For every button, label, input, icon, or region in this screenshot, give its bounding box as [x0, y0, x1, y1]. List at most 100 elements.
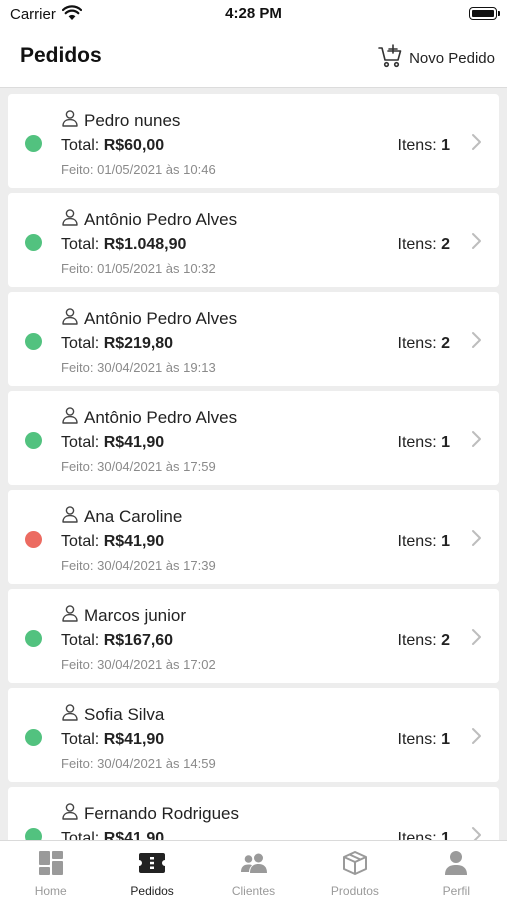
- date-value: 30/04/2021 às 17:39: [97, 558, 216, 573]
- order-card[interactable]: Antônio Pedro Alves Total: R$1.048,90 Fe…: [8, 193, 499, 287]
- order-total: Total: R$41,90: [61, 533, 164, 551]
- customer-name: Antônio Pedro Alves: [84, 407, 238, 427]
- order-list[interactable]: Pedro nunes Total: R$60,00 Feito: 01/05/…: [0, 90, 507, 840]
- status-dot: [25, 333, 42, 350]
- order-date: Feito: 30/04/2021 às 17:39: [61, 558, 216, 573]
- status-dot: [25, 234, 42, 251]
- user-icon: [61, 505, 79, 528]
- customer-name: Antônio Pedro Alves: [84, 209, 238, 229]
- customer-name: Pedro nunes: [84, 110, 181, 130]
- new-order-button[interactable]: Novo Pedido: [377, 42, 495, 74]
- items-value: 2: [441, 632, 450, 649]
- total-label: Total:: [61, 434, 104, 451]
- total-value: R$41,90: [103, 533, 165, 550]
- status-dot: [25, 729, 42, 746]
- order-card[interactable]: Antônio Pedro Alves Total: R$219,80 Feit…: [8, 292, 499, 386]
- total-label: Total:: [61, 236, 104, 253]
- cart-plus-icon: [377, 43, 403, 74]
- customer-row: Antônio Pedro Alves: [61, 307, 237, 330]
- status-dot: [25, 531, 42, 548]
- date-value: 30/04/2021 às 14:59: [97, 756, 216, 771]
- total-label: Total:: [61, 731, 104, 748]
- total-label: Total:: [61, 335, 104, 352]
- dashboard-icon: [38, 850, 64, 876]
- chevron-right-icon: [471, 826, 482, 840]
- order-items: Itens: 2: [398, 335, 450, 353]
- items-label: Itens:: [397, 533, 442, 550]
- chevron-right-icon: [471, 331, 482, 354]
- user-icon: [61, 802, 79, 825]
- order-card[interactable]: Marcos junior Total: R$167,60 Feito: 30/…: [8, 589, 499, 683]
- items-label: Itens:: [397, 434, 442, 451]
- order-items: Itens: 1: [398, 137, 450, 155]
- items-value: 1: [441, 434, 450, 451]
- status-dot: [25, 135, 42, 152]
- customer-name: Sofia Silva: [84, 704, 165, 724]
- status-dot: [25, 630, 42, 647]
- chevron-right-icon: [471, 133, 482, 156]
- customer-row: Marcos junior: [61, 604, 186, 627]
- total-label: Total:: [61, 632, 104, 649]
- person-icon: [444, 850, 468, 876]
- tab-clientes[interactable]: Clientes: [203, 841, 304, 900]
- tab-home[interactable]: Home: [0, 841, 101, 900]
- chevron-right-icon: [471, 529, 482, 552]
- customer-name: Antônio Pedro Alves: [84, 308, 238, 328]
- order-items: Itens: 2: [398, 632, 450, 650]
- customer-row: Sofia Silva: [61, 703, 164, 726]
- chevron-right-icon: [471, 430, 482, 453]
- battery-icon: [469, 7, 500, 20]
- customer-name: Fernando Rodrigues: [84, 803, 239, 823]
- user-icon: [61, 406, 79, 429]
- customer-row: Pedro nunes: [61, 109, 180, 132]
- order-total: Total: R$41,90: [61, 830, 164, 840]
- order-total: Total: R$41,90: [61, 731, 164, 749]
- order-card[interactable]: Pedro nunes Total: R$60,00 Feito: 01/05/…: [8, 94, 499, 188]
- date-prefix: Feito:: [61, 756, 98, 771]
- date-prefix: Feito:: [61, 459, 98, 474]
- order-total: Total: R$167,60: [61, 632, 173, 650]
- items-label: Itens:: [397, 335, 442, 352]
- order-items: Itens: 1: [398, 533, 450, 551]
- user-icon: [61, 109, 79, 132]
- items-value: 1: [441, 137, 450, 154]
- user-icon: [61, 604, 79, 627]
- items-label: Itens:: [397, 830, 442, 840]
- order-items: Itens: 1: [398, 731, 450, 749]
- tab-bar: Home Pedidos Clientes Produtos Perfil: [0, 840, 507, 900]
- tab-pedidos[interactable]: Pedidos: [101, 841, 202, 900]
- order-card[interactable]: Ana Caroline Total: R$41,90 Feito: 30/04…: [8, 490, 499, 584]
- tab-produtos[interactable]: Produtos: [304, 841, 405, 900]
- order-date: Feito: 30/04/2021 às 14:59: [61, 756, 216, 771]
- date-value: 01/05/2021 às 10:32: [97, 261, 216, 276]
- order-card[interactable]: Fernando Rodrigues Total: R$41,90 Feito:…: [8, 787, 499, 840]
- order-date: Feito: 30/04/2021 às 17:59: [61, 459, 216, 474]
- date-value: 30/04/2021 às 19:13: [97, 360, 216, 375]
- total-value: R$41,90: [103, 434, 165, 451]
- items-value: 1: [441, 830, 450, 840]
- order-date: Feito: 01/05/2021 às 10:46: [61, 162, 216, 177]
- date-value: 01/05/2021 às 10:46: [97, 162, 216, 177]
- status-dot: [25, 828, 42, 840]
- items-value: 2: [441, 236, 450, 253]
- items-label: Itens:: [397, 137, 442, 154]
- total-value: R$219,80: [103, 335, 174, 352]
- order-card[interactable]: Antônio Pedro Alves Total: R$41,90 Feito…: [8, 391, 499, 485]
- date-prefix: Feito:: [61, 657, 98, 672]
- order-date: Feito: 30/04/2021 às 17:02: [61, 657, 216, 672]
- date-prefix: Feito:: [61, 261, 98, 276]
- tab-perfil[interactable]: Perfil: [406, 841, 507, 900]
- total-value: R$60,00: [103, 137, 165, 154]
- items-value: 1: [441, 533, 450, 550]
- date-value: 30/04/2021 às 17:59: [97, 459, 216, 474]
- order-card[interactable]: Sofia Silva Total: R$41,90 Feito: 30/04/…: [8, 688, 499, 782]
- total-label: Total:: [61, 830, 104, 840]
- tab-clientes-label: Clientes: [231, 884, 276, 898]
- total-value: R$41,90: [103, 731, 165, 748]
- items-label: Itens:: [397, 731, 442, 748]
- tab-home-label: Home: [34, 884, 67, 898]
- clock: 4:28 PM: [225, 5, 282, 22]
- date-prefix: Feito:: [61, 558, 98, 573]
- users-icon: [240, 850, 268, 876]
- header: Pedidos Novo Pedido: [0, 30, 507, 88]
